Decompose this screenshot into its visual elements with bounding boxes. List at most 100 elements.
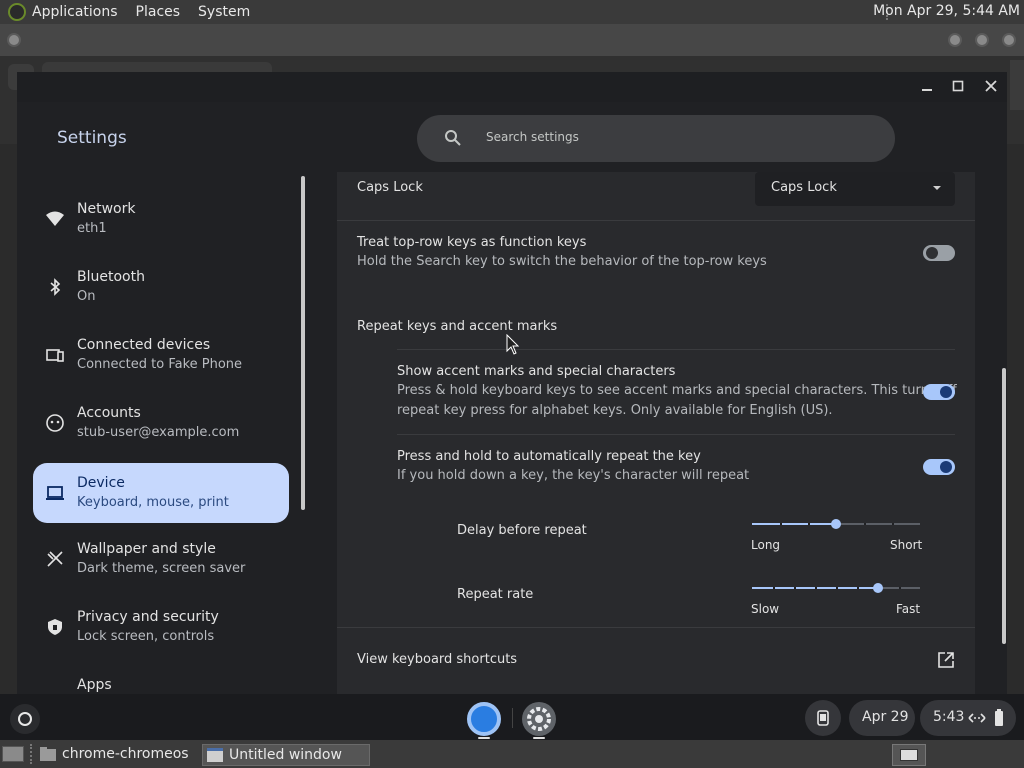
sidebar-item-device[interactable]: Device Keyboard, mouse, print [33,463,289,523]
gnome-clock[interactable]: Mon Apr 29, 5:44 AM [873,3,1020,19]
date-label: Apr 29 [862,709,909,725]
rate-slider[interactable] [752,581,920,595]
sidebar-item-privacy[interactable]: Privacy and security Lock screen, contro… [33,597,289,657]
shelf-separator [512,708,513,728]
sidebar-item-accounts[interactable]: Accounts stub-user@example.com [33,393,289,453]
wifi-icon [46,211,64,226]
slider-tick [864,523,866,525]
slider-tick [808,523,810,525]
gnome-bottom-panel: chrome-chromeos Untitled window [0,740,1024,768]
slider-tick [780,523,782,525]
settings-title: Settings [57,128,127,148]
toggle-knob [926,247,938,259]
running-indicator [478,737,490,739]
delay-max-label: Short [890,538,923,552]
rate-label: Repeat rate [457,587,534,602]
sidebar-item-label: Accounts [77,405,141,421]
minimize-button[interactable] [915,76,939,98]
taskbar-item-untitled[interactable]: Untitled window [202,744,370,766]
background-minimize-button[interactable] [948,33,962,47]
auto-repeat-label: Press and hold to automatically repeat t… [397,449,701,464]
accent-marks-description-2: repeat key press for alphabet keys. Only… [397,403,833,418]
sidebar-item-label: Network [77,201,136,217]
background-window-titlebar [0,24,1024,56]
sidebar-item-label: Connected devices [77,337,211,353]
keyboard-shortcuts-row[interactable]: View keyboard shortcuts [337,628,975,688]
slider-fill [752,523,836,525]
launcher-button[interactable] [10,704,40,734]
sidebar-scrollbar[interactable] [301,176,305,510]
maximize-icon [952,80,964,92]
taskbar-item-label: Untitled window [229,747,342,763]
divider [337,220,975,221]
accent-marks-description-1: Press & hold keyboard keys to see accent… [397,383,957,398]
taskbar-item-chrome[interactable]: chrome-chromeos [36,744,198,766]
sidebar-item-bluetooth[interactable]: Bluetooth On [33,257,289,317]
menu-applications[interactable]: Applications [32,4,118,20]
maximize-button[interactable] [946,76,970,98]
search-input[interactable]: Search settings [417,115,895,162]
sidebar-item-sub: Lock screen, controls [77,629,215,644]
sidebar-item-label: Bluetooth [77,269,145,285]
delay-slider[interactable] [752,517,920,531]
accent-marks-toggle[interactable] [923,384,955,400]
window-icon [40,747,56,761]
sidebar-item-sub: Connected to Fake Phone [77,357,243,372]
top-row-toggle[interactable] [923,245,955,261]
date-tray[interactable]: Apr 29 [849,700,915,736]
background-close-button[interactable] [1002,33,1016,47]
close-button[interactable] [979,76,1003,98]
panel-grip [30,744,33,764]
settings-titlebar [17,72,1007,102]
toggle-knob [940,386,952,398]
sidebar-item-sub: eth1 [77,221,107,236]
sidebar-item-network[interactable]: Network eth1 [33,189,289,249]
delay-label: Delay before repeat [457,523,587,538]
gnome-logo-icon[interactable] [8,3,26,21]
caps-lock-dropdown[interactable]: Caps Lock [755,172,955,206]
chromeos-shelf: Apr 29 5:43 [0,694,1024,740]
menu-system[interactable]: System [198,4,250,20]
running-indicator [533,737,545,739]
palette-icon [47,551,63,567]
slider-tick [773,587,775,589]
chevron-down-icon [933,186,941,190]
connected-devices-icon [46,349,64,362]
main-scrollbar[interactable] [1002,368,1006,644]
top-row-label: Treat top-row keys as function keys [357,235,587,250]
bluetooth-icon [50,278,61,296]
sidebar-item-label: Wallpaper and style [77,541,216,557]
sidebar-item-sub: Dark theme, screen saver [77,561,246,576]
laptop-icon [46,486,64,500]
launcher-icon [18,712,32,726]
repeat-keys-heading: Repeat keys and accent marks [357,319,558,334]
settings-window: Settings Search settings Network eth1 Bl… [17,72,1007,694]
search-placeholder: Search settings [486,130,579,144]
background-window-button[interactable] [7,33,21,47]
mouse-cursor-icon [506,334,520,355]
taskbar-item-label: chrome-chromeos [62,746,189,762]
chrome-app-icon[interactable] [467,702,501,736]
sidebar-item-sub: stub-user@example.com [77,425,240,440]
sidebar-item-wallpaper[interactable]: Wallpaper and style Dark theme, screen s… [33,529,289,589]
background-maximize-button[interactable] [975,33,989,47]
sidebar-item-connected-devices[interactable]: Connected devices Connected to Fake Phon… [33,325,289,385]
slider-thumb[interactable] [831,519,841,529]
slider-thumb[interactable] [873,583,883,593]
time-label: 5:43 [933,709,965,725]
settings-app-icon[interactable] [522,702,556,736]
window-icon [207,748,223,762]
menu-places[interactable]: Places [136,4,181,20]
sidebar-item-sub: Keyboard, mouse, print [77,495,229,510]
caps-lock-value: Caps Lock [771,180,837,195]
slider-tick [899,587,901,589]
phone-icon [817,710,829,726]
show-desktop-icon[interactable] [2,746,24,762]
status-tray[interactable]: 5:43 [920,700,1016,736]
workspace-switcher[interactable] [892,744,926,766]
phone-hub-button[interactable] [805,700,841,736]
sidebar-item-apps[interactable]: Apps [33,665,289,694]
auto-repeat-toggle[interactable] [923,459,955,475]
top-row-description: Hold the Search key to switch the behavi… [357,254,767,269]
network-icon [968,713,986,723]
